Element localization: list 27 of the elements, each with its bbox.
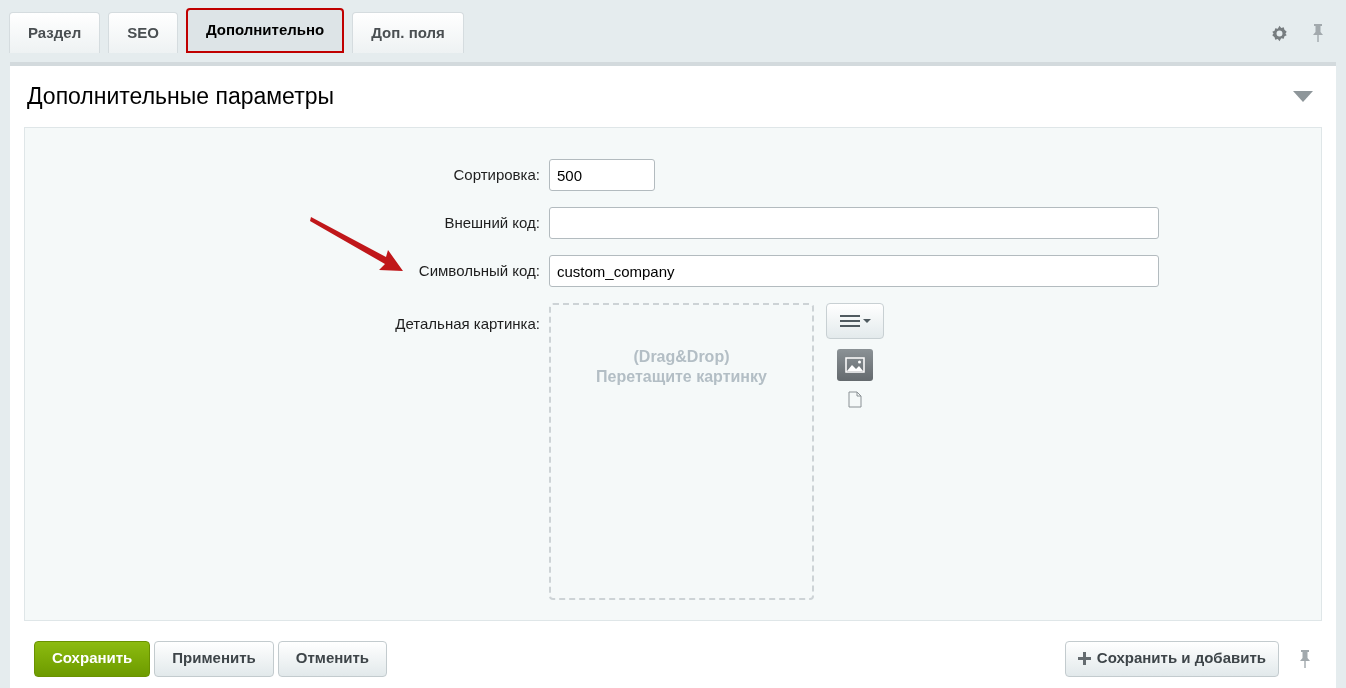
text-field[interactable]: custom_company [549, 255, 1159, 287]
save-and-add-button[interactable]: Сохранить и добавить [1064, 640, 1279, 677]
image-button[interactable] [837, 349, 873, 381]
plus-icon [1077, 652, 1091, 665]
drop-hint: (Drag&Drop) [633, 347, 730, 367]
form-button[interactable]: Отменить [277, 640, 388, 677]
pin-icon[interactable] [1299, 648, 1311, 669]
menu-icon [839, 315, 871, 327]
field-label: Детальная картинка: [394, 314, 540, 334]
section-title: Дополнительные параметры [27, 82, 334, 112]
form-button[interactable]: Применить [154, 640, 274, 677]
text-field[interactable]: 500 [549, 159, 655, 191]
pin-icon[interactable] [1312, 23, 1324, 43]
field-label: Внешний код: [443, 212, 540, 233]
menu-button[interactable] [826, 303, 884, 339]
tab[interactable]: Раздел [9, 12, 101, 53]
text-field[interactable] [549, 207, 1159, 239]
drop-hint: Перетащите картинку [596, 367, 767, 387]
tab[interactable]: Доп. поля [352, 12, 464, 53]
field-label: Сортировка: [452, 164, 540, 185]
tab[interactable]: Дополнительно [185, 8, 345, 53]
picture-icon [845, 357, 865, 373]
tab[interactable]: SEO [108, 12, 178, 53]
field-label: Символьный код: [417, 260, 540, 281]
file-icon[interactable] [848, 391, 862, 408]
collapse-icon[interactable] [1293, 90, 1313, 103]
settings-icon[interactable] [1271, 24, 1288, 42]
